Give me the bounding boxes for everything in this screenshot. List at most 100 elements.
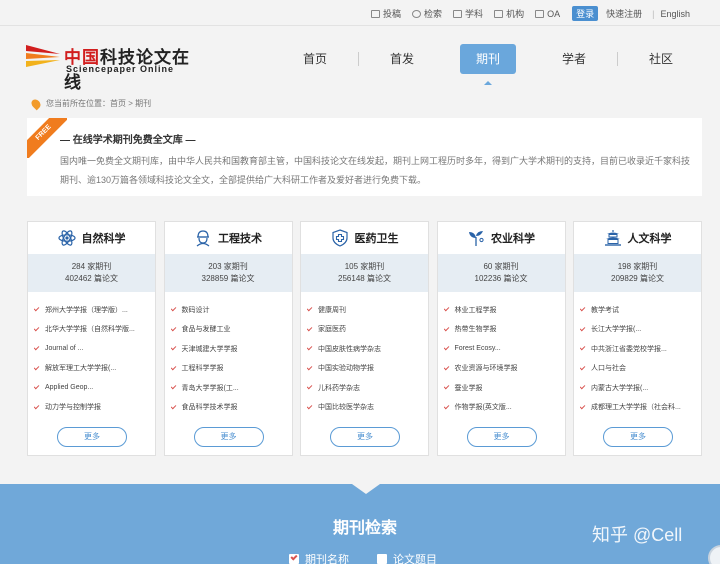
logo-mark-icon bbox=[26, 45, 60, 67]
list-item[interactable]: 长江大学学报(... bbox=[580, 320, 701, 340]
check-icon bbox=[307, 403, 313, 410]
nav-journals[interactable]: 期刊 bbox=[460, 44, 516, 85]
top-link-subject[interactable]: 学科 bbox=[453, 7, 483, 20]
list-item[interactable]: 儿科药学杂志 bbox=[307, 378, 428, 398]
list-item[interactable]: 教学考试 bbox=[580, 300, 701, 320]
subject-icon bbox=[453, 9, 463, 18]
list-item[interactable]: 动力学与控制学报 bbox=[34, 398, 155, 418]
list-item[interactable]: 解放军理工大学学报(... bbox=[34, 359, 155, 379]
journal-list: 教学考试 长江大学学报(... 中共浙江省委党校学报... 人口与社会 内蒙古大… bbox=[574, 292, 701, 417]
check-icon bbox=[443, 325, 449, 332]
list-item[interactable]: Applied Geop... bbox=[34, 378, 155, 398]
list-item[interactable]: 郑州大学学报（理学版）... bbox=[34, 300, 155, 320]
list-item[interactable]: 林业工程学报 bbox=[443, 300, 565, 320]
list-item[interactable]: 蚕业学报 bbox=[443, 378, 565, 398]
list-item[interactable]: 中国比较医学杂志 bbox=[307, 398, 428, 418]
top-link-submit[interactable]: 投稿 bbox=[371, 7, 401, 20]
list-item[interactable]: 工程科学学报 bbox=[170, 359, 292, 379]
check-icon bbox=[170, 383, 176, 390]
oa-icon bbox=[535, 9, 545, 18]
top-link-search[interactable]: 检索 bbox=[412, 7, 442, 20]
nav-scholars[interactable]: 学者 bbox=[531, 44, 617, 74]
list-item[interactable]: 中共浙江省委党校学报... bbox=[580, 339, 701, 359]
list-item[interactable]: 热带生物学报 bbox=[443, 320, 565, 340]
list-item[interactable]: 家庭医药 bbox=[307, 320, 428, 340]
check-icon bbox=[34, 403, 40, 410]
top-link-oa[interactable]: OA bbox=[535, 9, 560, 19]
list-item[interactable]: 青岛大学学报(工... bbox=[170, 378, 292, 398]
list-item[interactable]: 作物学报(英文版... bbox=[443, 398, 565, 418]
search-options: 期刊名称 论文题目 bbox=[289, 551, 465, 564]
list-item[interactable]: 人口与社会 bbox=[580, 359, 701, 379]
list-item[interactable]: 中国实验动物学报 bbox=[307, 359, 428, 379]
nav-community[interactable]: 社区 bbox=[618, 44, 704, 74]
list-item[interactable]: 成都理工大学学报（社会科... bbox=[580, 398, 701, 418]
check-icon bbox=[34, 383, 40, 390]
login-button[interactable]: 登录 bbox=[572, 6, 599, 21]
list-item[interactable]: 数码设计 bbox=[170, 300, 292, 320]
check-icon bbox=[170, 364, 176, 371]
medical-shield-icon bbox=[331, 229, 348, 247]
option-paper-title[interactable]: 论文题目 bbox=[377, 551, 437, 564]
check-icon bbox=[170, 403, 176, 410]
list-item[interactable]: 农业资源与环境学报 bbox=[443, 359, 565, 379]
category-card-humanities: 人文科学 198 家期刊 209829 篇论文 教学考试 长江大学学报(... 中… bbox=[573, 221, 702, 456]
atom-icon bbox=[57, 230, 76, 246]
list-item[interactable]: 食品与发酵工业 bbox=[170, 320, 292, 340]
option-journal-name[interactable]: 期刊名称 bbox=[289, 551, 349, 564]
card-stats: 60 家期刊 102236 篇论文 bbox=[437, 254, 565, 292]
main-nav: 首页 首发 期刊 学者 社区 bbox=[272, 44, 704, 85]
check-icon bbox=[170, 305, 176, 312]
category-card-natural-science: 自然科学 284 家期刊 402462 篇论文 郑州大学学报（理学版）... 北华… bbox=[27, 221, 156, 456]
checkbox-checked[interactable] bbox=[289, 554, 299, 564]
card-header[interactable]: 自然科学 bbox=[28, 222, 155, 254]
list-item[interactable]: 北华大学学报（自然科学版... bbox=[34, 320, 155, 340]
more-button[interactable]: 更多 bbox=[330, 427, 400, 447]
journal-list: 健康周刊 家庭医药 中国皮肤性病学杂志 中国实验动物学报 儿科药学杂志 中国比较… bbox=[301, 292, 428, 417]
card-header[interactable]: 工程技术 bbox=[165, 222, 292, 254]
card-stats: 105 家期刊 256148 篇论文 bbox=[301, 254, 428, 292]
list-item[interactable]: 中国皮肤性病学杂志 bbox=[307, 339, 428, 359]
sprout-icon bbox=[469, 231, 484, 246]
engineer-icon bbox=[196, 230, 210, 247]
language-link[interactable]: English bbox=[660, 9, 690, 19]
institution-icon bbox=[494, 9, 504, 18]
check-icon bbox=[307, 383, 313, 390]
register-link[interactable]: 快速注册 bbox=[606, 7, 642, 20]
nav-first-release[interactable]: 首发 bbox=[359, 44, 445, 74]
check-icon bbox=[580, 403, 586, 410]
intro-title: — 在线学术期刊免费全文库 — bbox=[60, 135, 196, 146]
top-links: 投稿 检索 学科 机构 OA 登录 快速注册 | English bbox=[360, 6, 690, 21]
list-item[interactable]: 天津城建大学学报 bbox=[170, 339, 292, 359]
check-icon bbox=[307, 364, 313, 371]
top-link-institution[interactable]: 机构 bbox=[494, 7, 524, 20]
intro-description: 国内唯一免费全文期刊库，由中华人民共和国教育部主管，中国科技论文在线发起，期刊上… bbox=[60, 156, 691, 185]
list-item[interactable]: Journal of ... bbox=[34, 339, 155, 359]
nav-home[interactable]: 首页 bbox=[272, 44, 358, 74]
card-stats: 198 家期刊 209829 篇论文 bbox=[574, 254, 701, 292]
card-header[interactable]: 医药卫生 bbox=[301, 222, 428, 254]
journal-list: 郑州大学学报（理学版）... 北华大学学报（自然科学版... Journal o… bbox=[28, 292, 155, 417]
card-header[interactable]: 人文科学 bbox=[574, 222, 701, 254]
checkbox[interactable] bbox=[377, 554, 387, 564]
more-button[interactable]: 更多 bbox=[466, 427, 537, 447]
section-arrow bbox=[352, 484, 380, 494]
top-bar: 投稿 检索 学科 机构 OA 登录 快速注册 | English bbox=[0, 0, 720, 26]
intro-panel: FREE — 在线学术期刊免费全文库 — 国内唯一免费全文期刊库，由中华人民共和… bbox=[27, 118, 702, 196]
check-icon bbox=[580, 325, 586, 332]
card-header[interactable]: 农业科学 bbox=[438, 222, 565, 254]
more-button[interactable]: 更多 bbox=[57, 427, 127, 447]
list-item[interactable]: 健康周刊 bbox=[307, 300, 428, 320]
check-icon bbox=[307, 325, 313, 332]
list-item[interactable]: 食品科学技术学报 bbox=[170, 398, 292, 418]
more-button[interactable]: 更多 bbox=[193, 427, 264, 447]
site-logo[interactable]: 中国科技论文在线 Sciencepaper Online bbox=[26, 41, 206, 92]
category-card-engineering: 工程技术 203 家期刊 328859 篇论文 数码设计 食品与发酵工业 天津城建… bbox=[163, 221, 293, 456]
check-icon bbox=[170, 344, 176, 351]
check-icon bbox=[580, 344, 586, 351]
list-item[interactable]: 内蒙古大学学报(... bbox=[580, 378, 701, 398]
check-icon bbox=[580, 364, 586, 371]
check-icon bbox=[580, 305, 586, 312]
more-button[interactable]: 更多 bbox=[603, 427, 673, 447]
list-item[interactable]: Forest Ecosy... bbox=[443, 339, 565, 359]
